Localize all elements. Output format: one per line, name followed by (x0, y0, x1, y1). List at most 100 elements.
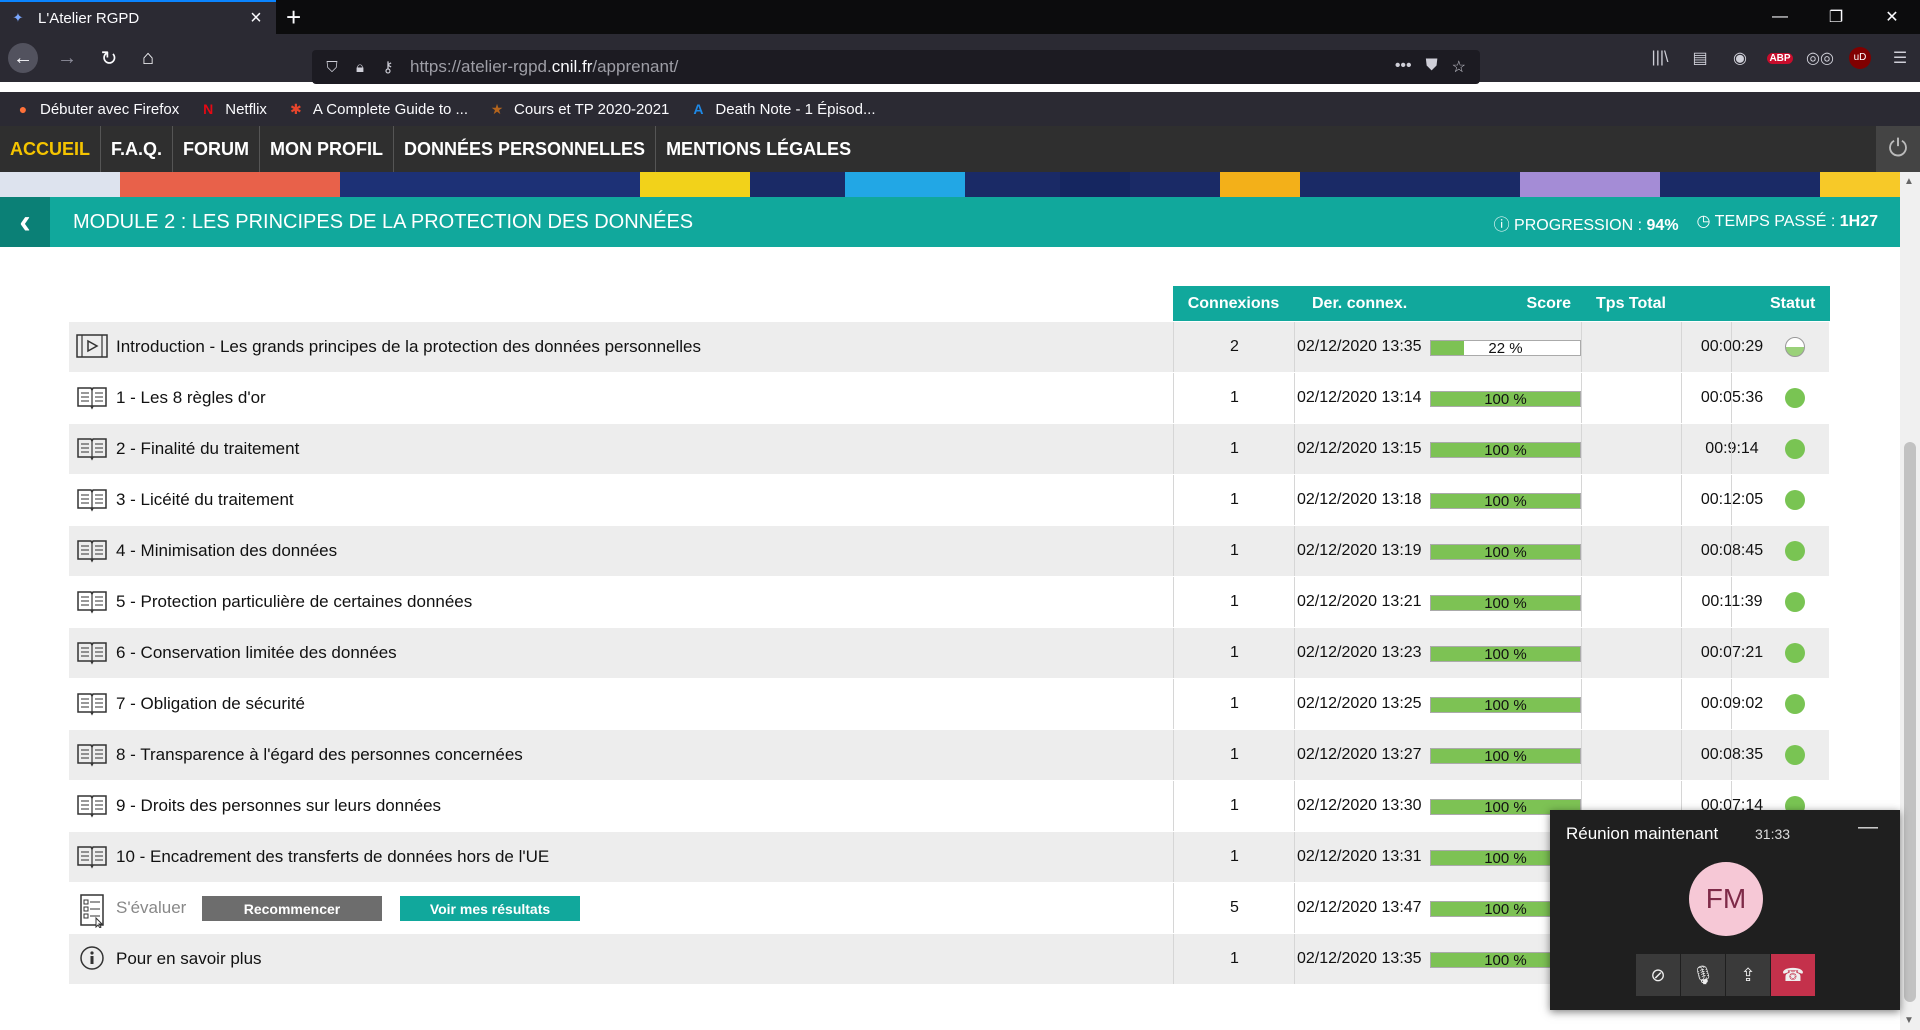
forward-icon[interactable]: → (52, 43, 82, 73)
scroll-up-icon[interactable]: ▲ (1904, 176, 1914, 187)
score-cell (1581, 628, 1682, 678)
nav-forum[interactable]: FORUM (173, 126, 261, 172)
scrollbar-thumb[interactable] (1904, 442, 1916, 1002)
book-icon (76, 639, 108, 665)
incognito-icon[interactable]: ◎◎ (1800, 48, 1840, 68)
lesson-title[interactable]: 7 - Obligation de sécurité (116, 679, 305, 729)
book-icon (76, 537, 108, 563)
lesson-title[interactable]: 1 - Les 8 règles d'or (116, 373, 266, 423)
mic-off-icon[interactable]: 🎙︎ (1681, 954, 1725, 996)
nav-mentions-legales[interactable]: MENTIONS LÉGALES (656, 126, 861, 172)
progress-label: 100 % (1484, 696, 1527, 714)
date-cell: 02/12/2020 13:47 (1294, 883, 1429, 933)
lesson-title[interactable]: 10 - Encadrement des transferts de donné… (116, 832, 549, 882)
shield-icon[interactable]: ⛉ (318, 59, 346, 76)
power-icon[interactable]: ⏻ (1876, 126, 1920, 172)
time-stat: ◷ TEMPS PASSÉ : 1H27 (1696, 213, 1878, 230)
meeting-title: Réunion maintenant (1566, 824, 1719, 843)
nav-donnees-personnelles[interactable]: DONNÉES PERSONNELLES (394, 126, 657, 172)
score-cell (1581, 526, 1682, 576)
status-complete-icon (1785, 439, 1805, 459)
table-row[interactable]: 1 - Les 8 règles d'or 1 02/12/2020 13:14 10… (69, 373, 1829, 424)
url-bar[interactable]: ⛉ 🔒︎ ⚷ https://atelier-rgpd.cnil.fr/appr… (312, 50, 1480, 84)
scroll-down-icon[interactable]: ▼ (1904, 1015, 1914, 1026)
lesson-title[interactable]: 9 - Droits des personnes sur leurs donné… (116, 781, 441, 831)
lesson-title[interactable]: 3 - Licéité du traitement (116, 475, 294, 525)
date-cell: 02/12/2020 13:23 (1294, 628, 1429, 678)
book-icon (76, 843, 108, 869)
lesson-title[interactable]: S'évaluer (116, 883, 186, 933)
url-text[interactable]: https://atelier-rgpd.cnil.fr/apprenant/ (410, 57, 1395, 77)
pocket-icon[interactable]: ⛊ (1426, 57, 1438, 77)
connexions-cell: 2 (1173, 322, 1295, 372)
page-scrollbar[interactable]: ▲ ▼ (1900, 172, 1920, 1030)
table-row[interactable]: 7 - Obligation de sécurité 1 02/12/2020 13… (69, 679, 1829, 730)
hang-up-icon[interactable]: ☎︎ (1771, 954, 1815, 996)
progress-bar: 100 % (1430, 441, 1581, 459)
header-connexions: Connexions (1173, 286, 1294, 321)
status-divider (1731, 424, 1732, 474)
book-icon (76, 435, 108, 461)
back-arrow-icon[interactable]: ‹ (0, 197, 50, 247)
browser-tab[interactable]: ✦ L'Atelier RGPD × (0, 0, 276, 34)
bookmark-star-icon[interactable]: ☆ (1452, 57, 1466, 77)
lesson-title[interactable]: Pour en savoir plus (116, 934, 262, 984)
share-screen-icon[interactable]: ⇪ (1726, 954, 1770, 996)
connexions-cell: 1 (1173, 475, 1295, 525)
camera-off-icon[interactable]: ⊘ (1636, 954, 1680, 996)
reload-icon[interactable]: ↻ (94, 43, 124, 73)
table-row[interactable]: 4 - Minimisation des données 1 02/12/2020 … (69, 526, 1829, 577)
bookmark-deathnote[interactable]: A Death Note - 1 Épisod... (689, 100, 875, 118)
table-row[interactable]: 3 - Licéité du traitement 1 02/12/2020 13:… (69, 475, 1829, 526)
restore-icon[interactable]: ❐ (1808, 0, 1864, 34)
browser-tabbar: ✦ L'Atelier RGPD × + — ❐ ✕ (0, 0, 1920, 34)
ublock-icon[interactable]: uD (1849, 47, 1871, 69)
close-tab-icon[interactable]: × (244, 7, 268, 30)
progress-bar: 100 % (1430, 391, 1581, 408)
date-cell: 02/12/2020 13:30 (1294, 781, 1429, 831)
nav-faq[interactable]: F.A.Q. (101, 126, 174, 172)
lock-icon[interactable]: 🔒︎ (346, 59, 374, 76)
minimize-meeting-icon[interactable]: — (1858, 816, 1878, 839)
bookmark-cours[interactable]: ★ Cours et TP 2020-2021 (488, 100, 670, 118)
menu-icon[interactable]: ☰ (1880, 48, 1920, 68)
lesson-title[interactable]: Introduction - Les grands principes de l… (116, 322, 701, 372)
page-actions-icon[interactable]: ••• (1395, 57, 1412, 77)
video-icon (76, 333, 108, 359)
key-icon[interactable]: ⚷ (374, 58, 402, 76)
back-icon[interactable]: ← (8, 43, 38, 73)
lesson-title[interactable]: 6 - Conservation limitée des données (116, 628, 397, 678)
bookmark-guide[interactable]: ✱ A Complete Guide to ... (287, 100, 468, 118)
module-stats: ⓘ PROGRESSION : 94% ◷ TEMPS PASSÉ : 1H27 (1494, 211, 1878, 235)
nav-mon-profil[interactable]: MON PROFIL (260, 126, 395, 172)
new-tab-icon[interactable]: + (286, 2, 301, 33)
table-row[interactable]: Introduction - Les grands principes de l… (69, 322, 1829, 373)
view-results-button[interactable]: Voir mes résultats (400, 896, 580, 921)
module-header: ‹ MODULE 2 : LES PRINCIPES DE LA PROTECT… (0, 197, 1900, 247)
lesson-title[interactable]: 5 - Protection particulière de certaines… (116, 577, 472, 627)
home-icon[interactable]: ⌂ (133, 43, 163, 73)
bookmark-firefox[interactable]: ● Débuter avec Firefox (14, 100, 179, 118)
status-complete-icon (1785, 490, 1805, 510)
sidebar-icon[interactable]: ▤ (1680, 48, 1720, 68)
table-row[interactable]: 2 - Finalité du traitement 1 02/12/2020 13… (69, 424, 1829, 475)
minimize-icon[interactable]: — (1752, 0, 1808, 34)
bookmark-netflix[interactable]: N Netflix (199, 100, 267, 118)
lesson-title[interactable]: 8 - Transparence à l'égard des personnes… (116, 730, 523, 780)
header-statut: Statut (1681, 286, 1830, 321)
table-row[interactable]: 5 - Protection particulière de certaines… (69, 577, 1829, 628)
window-controls: — ❐ ✕ (1752, 0, 1920, 34)
module-title: MODULE 2 : LES PRINCIPES DE LA PROTECTIO… (73, 211, 694, 233)
progress-label: 100 % (1484, 441, 1527, 459)
table-row[interactable]: 8 - Transparence à l'égard des personnes… (69, 730, 1829, 781)
restart-button[interactable]: Recommencer (202, 896, 382, 921)
progress-bar: 100 % (1430, 595, 1581, 612)
lesson-title[interactable]: 4 - Minimisation des données (116, 526, 337, 576)
account-icon[interactable]: ◉ (1720, 48, 1760, 68)
library-icon[interactable]: |||\ (1640, 49, 1680, 67)
adblock-plus-icon[interactable]: ABP (1767, 52, 1793, 64)
lesson-title[interactable]: 2 - Finalité du traitement (116, 424, 299, 474)
table-row[interactable]: 6 - Conservation limitée des données 1 02/… (69, 628, 1829, 679)
close-window-icon[interactable]: ✕ (1864, 0, 1920, 34)
nav-accueil[interactable]: ACCUEIL (0, 126, 101, 172)
